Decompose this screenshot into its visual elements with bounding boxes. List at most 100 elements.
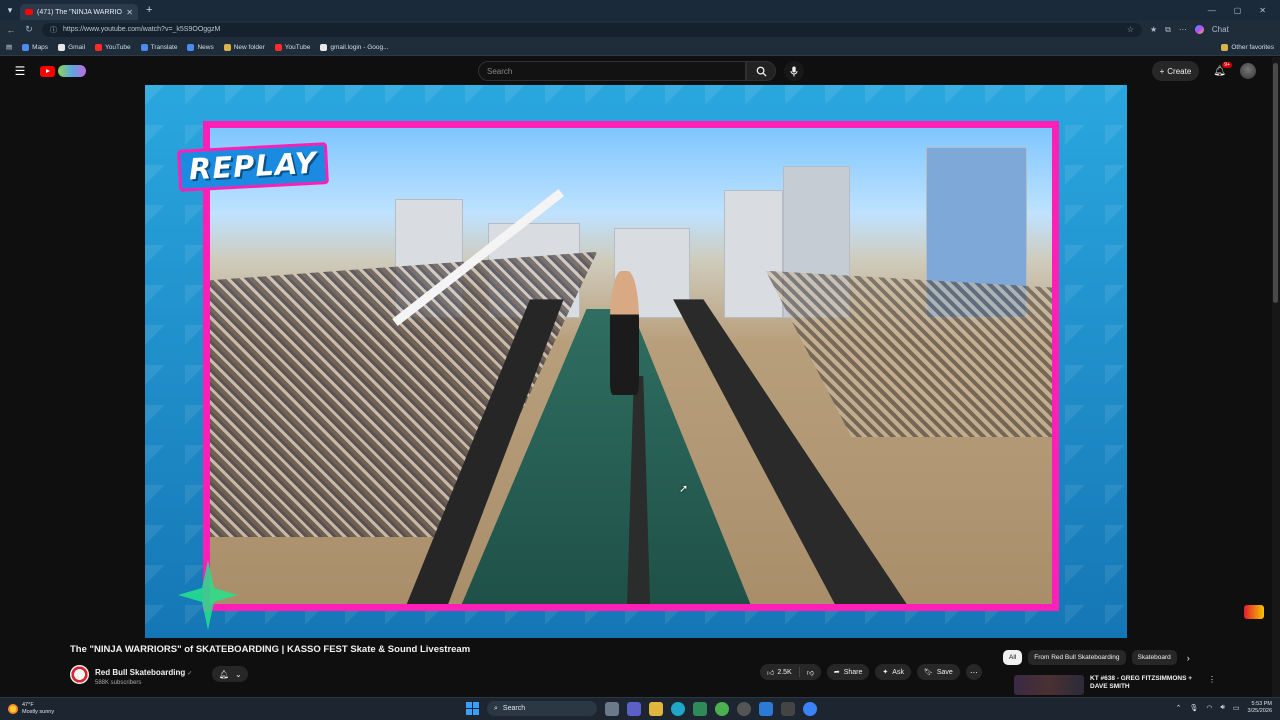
- file-explorer-icon[interactable]: [649, 701, 663, 716]
- recommendation-item[interactable]: KT #638 - GREG FITZSIMMONS + DAVE SMITH …: [1014, 675, 1216, 695]
- menu-icon[interactable]: ☰: [0, 64, 40, 78]
- volume-icon[interactable]: 🔊︎: [1220, 704, 1224, 712]
- window-controls: — ▢ ✕: [1208, 6, 1280, 15]
- more-actions-icon[interactable]: ⋯: [965, 664, 982, 680]
- create-label: Create: [1167, 66, 1192, 76]
- terminal-icon[interactable]: [781, 701, 795, 716]
- bookmark-label: YouTube: [105, 43, 131, 51]
- bookmark-youtube[interactable]: YouTube: [95, 43, 131, 51]
- youtube-header: ☰ Search + Create 🔔︎ 9+: [0, 57, 1280, 85]
- search-button[interactable]: [746, 61, 776, 81]
- dislike-button[interactable]: 👎︎: [800, 664, 821, 680]
- bookmark-gmail[interactable]: Gmail: [58, 43, 85, 51]
- thumbs-down-icon: 👎︎: [806, 669, 814, 677]
- microphone-icon[interactable]: 🎙︎: [1189, 704, 1198, 712]
- browser-tab-bar: ▾ (471) The "NINJA WARRIORS" ✕ + — ▢ ✕: [0, 0, 1280, 20]
- channel-name[interactable]: Red Bull Skateboarding: [95, 668, 185, 677]
- chip-skateboard[interactable]: Skateboard: [1131, 650, 1177, 665]
- bookmark-label: Translate: [150, 43, 178, 51]
- ask-button[interactable]: ✦ Ask: [875, 664, 911, 680]
- replay-overlay: REPLAY: [177, 142, 329, 192]
- settings-more-icon[interactable]: ⋯: [1179, 25, 1187, 34]
- taskbar-search[interactable]: ⌕ Search: [487, 701, 597, 716]
- bookmark-new-folder[interactable]: New folder: [223, 43, 265, 51]
- favorites-icon[interactable]: ★: [1150, 25, 1157, 34]
- chip-all[interactable]: All: [1003, 650, 1023, 665]
- teams-icon[interactable]: [627, 701, 641, 716]
- chevron-right-icon[interactable]: ›: [1187, 653, 1190, 663]
- weather-widget[interactable]: 47°F Mostly sunny: [0, 702, 200, 715]
- more-options-icon[interactable]: ⋮: [1208, 675, 1216, 695]
- share-label: Share: [843, 668, 863, 676]
- youtube-logo[interactable]: [40, 65, 86, 77]
- youtube-icon: [274, 43, 282, 51]
- favorite-star-icon[interactable]: ☆: [1127, 25, 1134, 34]
- copilot-icon[interactable]: [1194, 25, 1204, 34]
- page-scrollbar[interactable]: [1272, 57, 1280, 697]
- bookmarks-toggle-icon[interactable]: ▤: [6, 43, 12, 51]
- new-tab-icon[interactable]: +: [146, 4, 152, 16]
- bookmark-translate[interactable]: Translate: [140, 43, 178, 51]
- like-button[interactable]: 👍︎ 2.5K: [760, 664, 799, 680]
- maximize-icon[interactable]: ▢: [1234, 6, 1242, 15]
- edge-icon[interactable]: [671, 701, 685, 716]
- chatgpt-icon[interactable]: [715, 701, 729, 716]
- folder-icon: [1221, 43, 1229, 51]
- bookmark-news[interactable]: News: [187, 43, 214, 51]
- account-avatar[interactable]: [1240, 63, 1256, 79]
- close-tab-icon[interactable]: ✕: [126, 8, 133, 17]
- notifications-button[interactable]: 🔔︎ 9+: [1213, 61, 1232, 77]
- github-icon[interactable]: [737, 701, 751, 716]
- maps-icon: [22, 43, 30, 51]
- url-field[interactable]: ⓘ https://www.youtube.com/watch?v=_k5S9O…: [42, 22, 1142, 37]
- voice-search-button[interactable]: [784, 61, 804, 81]
- video-actions: 👍︎ 2.5K 👎︎ ➦ Share ✦ Ask 🔖︎ Save ⋯: [760, 664, 982, 680]
- wifi-icon[interactable]: ◠: [1206, 704, 1212, 712]
- mouse-cursor-icon: ➚: [679, 483, 689, 495]
- tab-actions-icon[interactable]: ▾: [0, 0, 20, 20]
- subscription-bell-button[interactable]: 🔔︎ ⌄: [212, 666, 249, 682]
- task-view-icon[interactable]: [605, 701, 619, 716]
- notification-badge: 9+: [1222, 61, 1232, 68]
- ask-label: Ask: [892, 668, 904, 676]
- search-input[interactable]: Search: [478, 61, 746, 81]
- extensions-icon[interactable]: ⧉: [1165, 25, 1171, 35]
- battery-icon[interactable]: ▭: [1233, 704, 1240, 712]
- other-favorites-label: Other favorites: [1231, 43, 1274, 51]
- channel-avatar[interactable]: [70, 664, 89, 684]
- bookmark-youtube-2[interactable]: YouTube: [274, 43, 310, 51]
- close-window-icon[interactable]: ✕: [1259, 6, 1266, 15]
- app-icon[interactable]: [803, 701, 817, 716]
- save-button[interactable]: 🔖︎ Save: [916, 664, 960, 680]
- channel-info: Red Bull Skateboarding ✓ 588K subscribers: [95, 662, 192, 686]
- bookmark-gmail-login[interactable]: gmail.login - Goog...: [320, 43, 389, 51]
- windows-taskbar: 47°F Mostly sunny ⌕ Search ⌃ 🎙︎ ◠ 🔊︎ ▭ 5:…: [0, 697, 1280, 720]
- recommendation-thumbnail[interactable]: [1014, 675, 1084, 695]
- thumbs-up-icon: 👍︎: [767, 669, 775, 677]
- create-button[interactable]: + Create: [1151, 61, 1200, 81]
- back-icon[interactable]: ←: [6, 25, 16, 35]
- clock[interactable]: 5:53 PM 3/25/2026: [1248, 701, 1272, 715]
- share-button[interactable]: ➦ Share: [826, 664, 870, 680]
- scrollbar-thumb[interactable]: [1273, 63, 1278, 303]
- site-info-icon[interactable]: ⓘ: [50, 25, 57, 35]
- chevron-up-icon[interactable]: ⌃: [1176, 704, 1182, 712]
- channel-row: Red Bull Skateboarding ✓ 588K subscribers…: [70, 662, 249, 686]
- browser-tab-active[interactable]: (471) The "NINJA WARRIORS" ✕: [20, 4, 138, 20]
- taskbar-apps: ⌕ Search: [466, 701, 817, 716]
- other-favorites[interactable]: Other favorites: [1221, 43, 1274, 51]
- search-bar: Search: [478, 61, 804, 81]
- minimize-icon[interactable]: —: [1208, 6, 1216, 15]
- share-icon: ➦: [833, 669, 840, 676]
- like-dislike-group: 👍︎ 2.5K 👎︎: [760, 664, 821, 680]
- vscode-icon[interactable]: [759, 701, 773, 716]
- bookmark-maps[interactable]: Maps: [22, 43, 48, 51]
- gmail-icon: [58, 43, 66, 51]
- chevron-down-icon: ⌄: [234, 669, 242, 679]
- store-icon[interactable]: [693, 701, 707, 716]
- copilot-chat-label[interactable]: Chat: [1212, 25, 1229, 34]
- windows-start-icon[interactable]: [466, 702, 479, 715]
- refresh-icon[interactable]: ↻: [24, 24, 34, 35]
- recommendation-title[interactable]: KT #638 - GREG FITZSIMMONS + DAVE SMITH: [1090, 675, 1202, 695]
- chip-from-channel[interactable]: From Red Bull Skateboarding: [1028, 650, 1126, 665]
